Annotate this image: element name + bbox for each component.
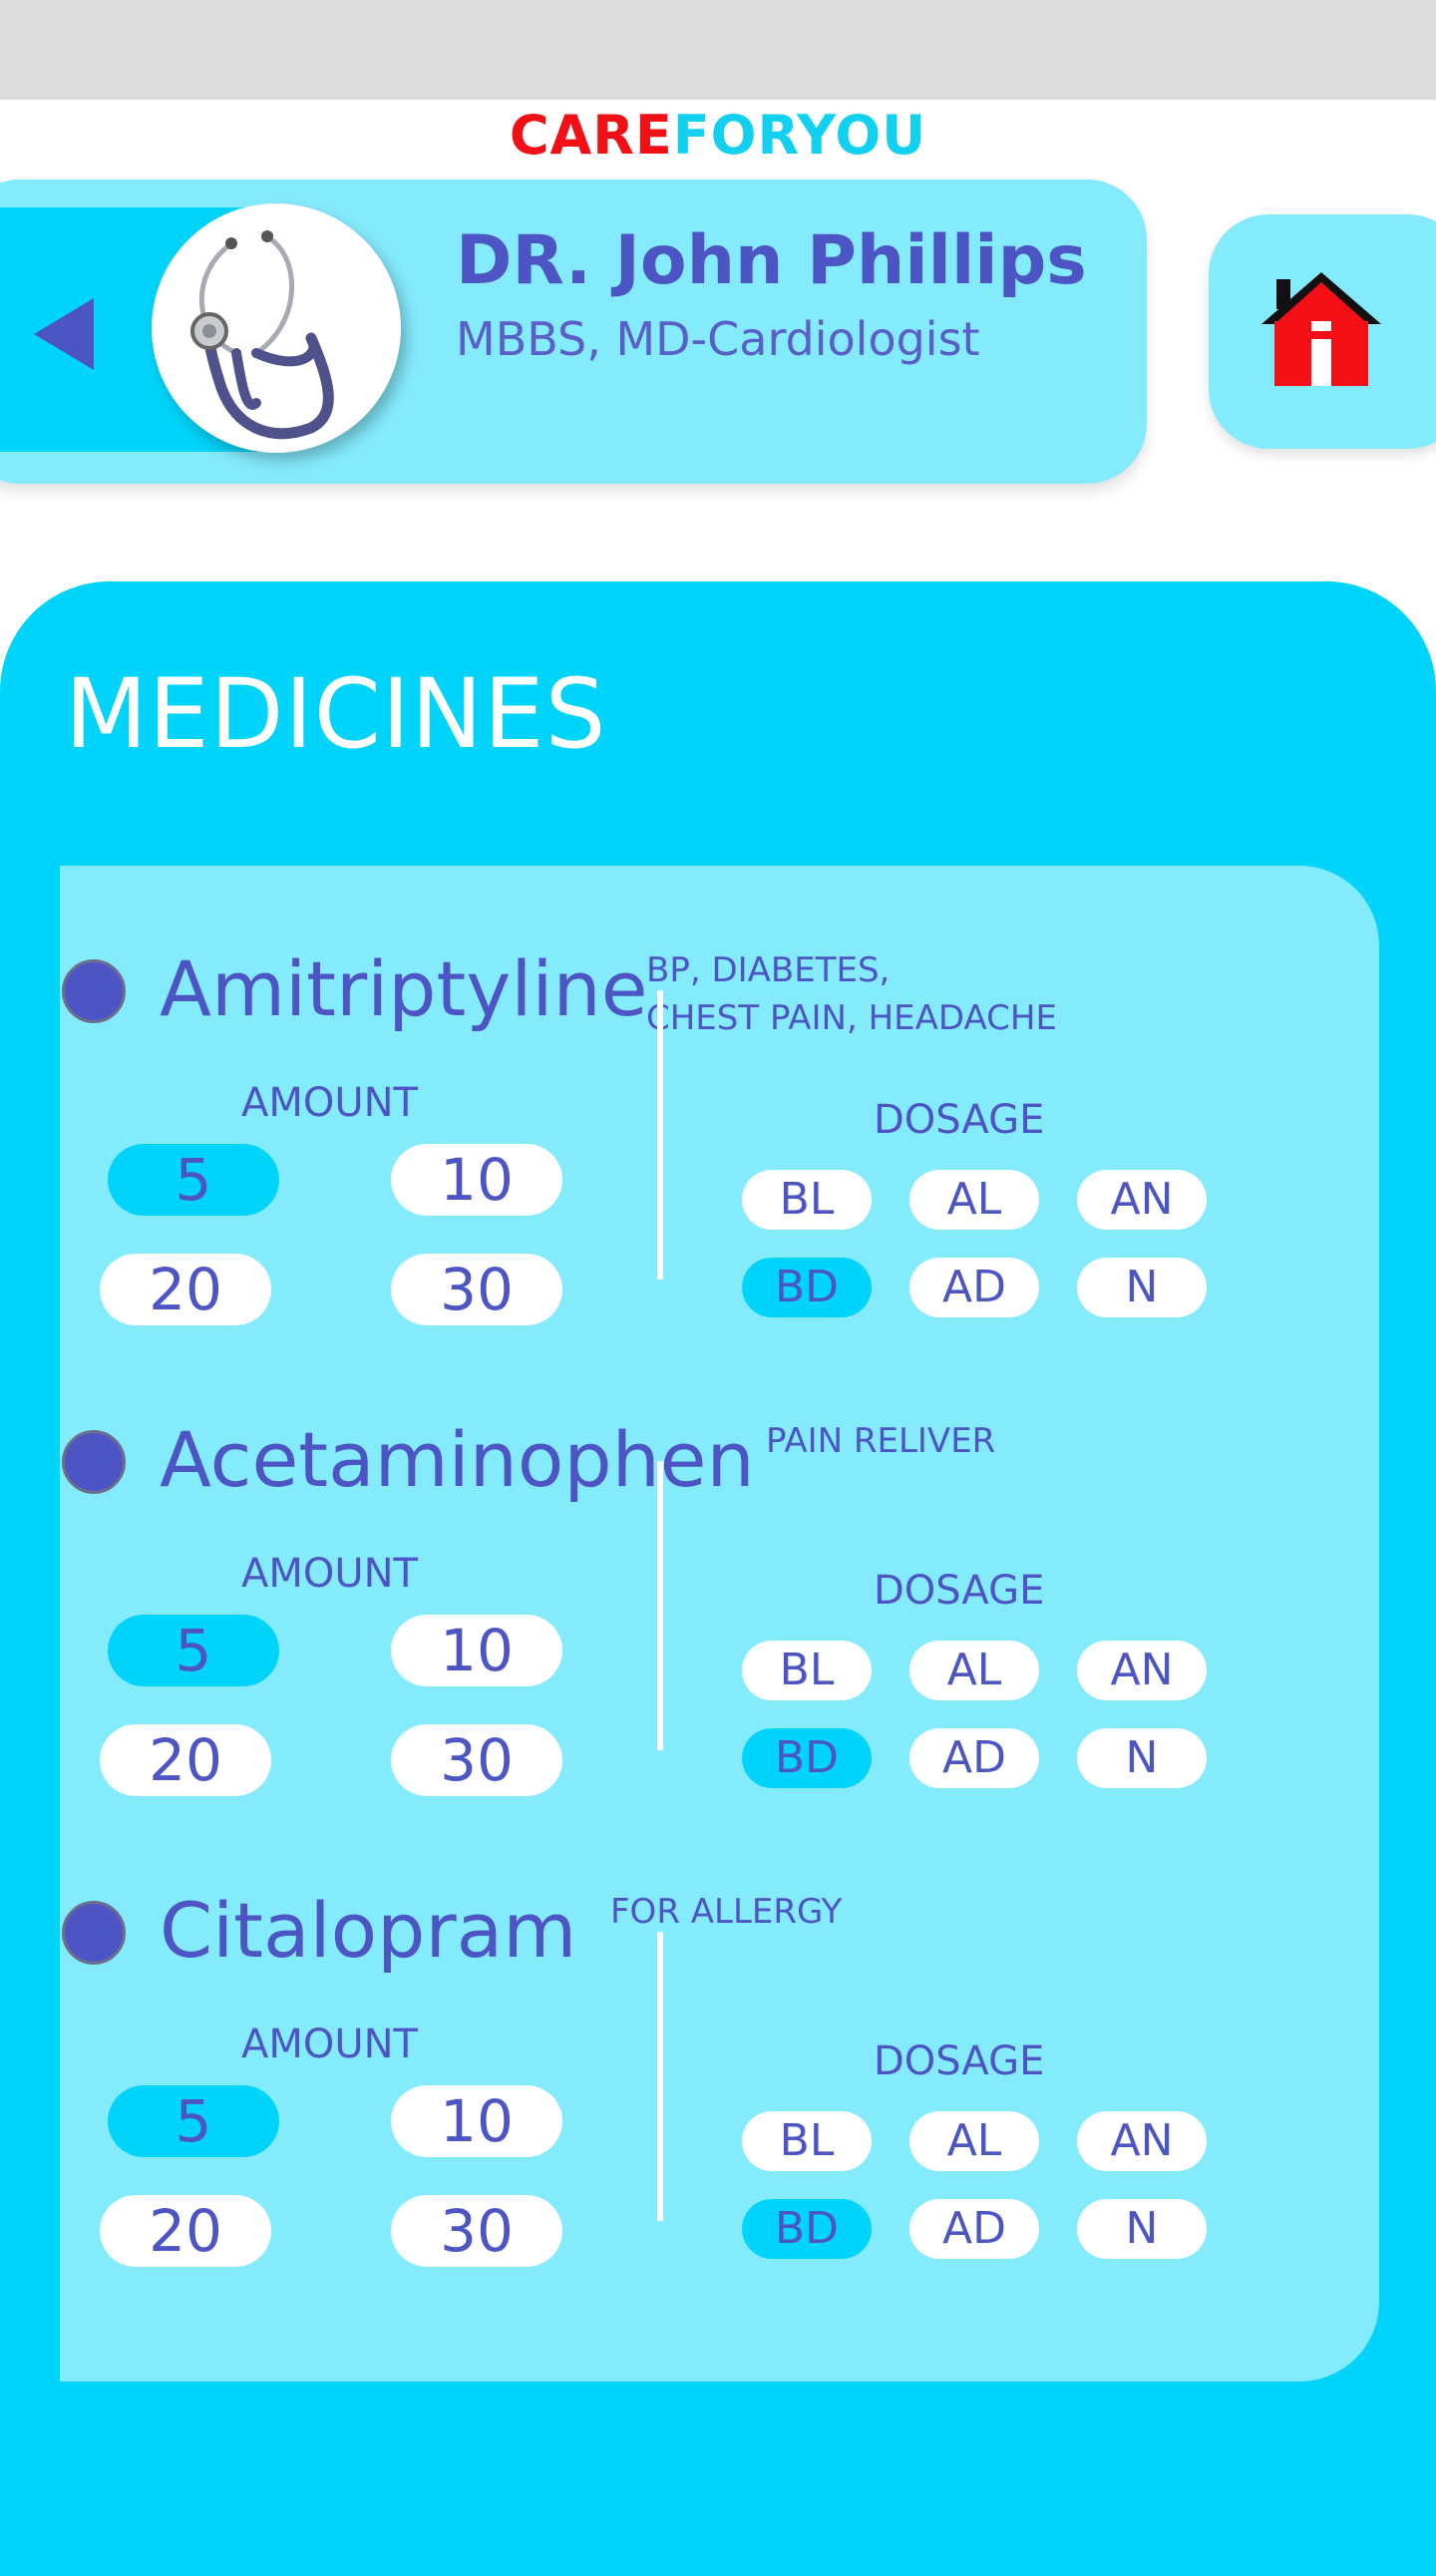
dosage-option-n[interactable]: N bbox=[1077, 1728, 1207, 1788]
amount-option-10[interactable]: 10 bbox=[391, 1615, 562, 1686]
medicine-item: Amitriptyline BP, DIABETES, CHEST PAIN, HE… bbox=[0, 868, 1436, 1336]
medicine-item: Citalopram FOR ALLERGY AMOUNT DOSAGE 5 10 20 30… bbox=[0, 1809, 1436, 2278]
section-divider bbox=[657, 990, 663, 1280]
medicine-indications: PAIN RELIVER bbox=[766, 1418, 1235, 1466]
dosage-option-an[interactable]: AN bbox=[1077, 1170, 1207, 1230]
dosage-option-bl[interactable]: BL bbox=[742, 2111, 872, 2171]
amount-option-10[interactable]: 10 bbox=[391, 1144, 562, 1216]
section-divider bbox=[657, 1461, 663, 1750]
dosage-label: DOSAGE bbox=[874, 1097, 1045, 1143]
dosage-option-bd[interactable]: BD bbox=[742, 1728, 872, 1788]
brand-part-care: CARE bbox=[509, 104, 673, 167]
amount-label: AMOUNT bbox=[241, 1551, 418, 1597]
amount-option-10[interactable]: 10 bbox=[391, 2085, 562, 2157]
amount-option-5[interactable]: 5 bbox=[108, 1144, 279, 1216]
dosage-option-bd[interactable]: BD bbox=[742, 2199, 872, 2259]
medicine-indications-line1: BP, DIABETES, bbox=[646, 950, 891, 990]
medicine-bullet bbox=[62, 1430, 126, 1494]
amount-option-20[interactable]: 20 bbox=[100, 2195, 271, 2267]
status-bar bbox=[0, 0, 1436, 100]
medicine-bullet bbox=[62, 1901, 126, 1965]
dosage-option-an[interactable]: AN bbox=[1077, 2111, 1207, 2171]
home-button[interactable] bbox=[1209, 214, 1436, 449]
dosage-option-ad[interactable]: AD bbox=[909, 2199, 1039, 2259]
medicine-indications: FOR ALLERGY bbox=[610, 1889, 1079, 1937]
stethoscope-icon bbox=[190, 230, 334, 440]
dosage-label: DOSAGE bbox=[874, 1568, 1045, 1614]
medicine-indications-line1: PAIN RELIVER bbox=[766, 1421, 996, 1461]
medicine-indications: BP, DIABETES, CHEST PAIN, HEADACHE bbox=[646, 947, 1115, 1042]
avatar bbox=[152, 203, 401, 453]
amount-option-5[interactable]: 5 bbox=[108, 2085, 279, 2157]
dosage-option-ad[interactable]: AD bbox=[909, 1258, 1039, 1317]
dosage-option-al[interactable]: AL bbox=[909, 1170, 1039, 1230]
brand-part-foryou: FORYOU bbox=[672, 104, 927, 167]
medicine-bullet bbox=[62, 959, 126, 1023]
amount-option-5[interactable]: 5 bbox=[108, 1615, 279, 1686]
dosage-option-bl[interactable]: BL bbox=[742, 1641, 872, 1700]
home-icon bbox=[1261, 272, 1381, 386]
amount-option-30[interactable]: 30 bbox=[391, 1724, 562, 1796]
doctor-name: DR. John Phillips bbox=[456, 221, 1087, 300]
dosage-option-n[interactable]: N bbox=[1077, 1258, 1207, 1317]
dosage-option-al[interactable]: AL bbox=[909, 1641, 1039, 1700]
medicines-title: MEDICINES bbox=[65, 658, 607, 770]
section-divider bbox=[657, 1932, 663, 2221]
brand-logo: CAREFORYOU bbox=[0, 104, 1436, 167]
dosage-option-an[interactable]: AN bbox=[1077, 1641, 1207, 1700]
dosage-option-al[interactable]: AL bbox=[909, 2111, 1039, 2171]
amount-label: AMOUNT bbox=[241, 1080, 418, 1126]
back-triangle-icon bbox=[34, 298, 94, 370]
dosage-option-bl[interactable]: BL bbox=[742, 1170, 872, 1230]
medicine-item: Acetaminophen PAIN RELIVER AMOUNT DOSAGE 5 10… bbox=[0, 1338, 1436, 1807]
dosage-label: DOSAGE bbox=[874, 2038, 1045, 2084]
medicine-name: Acetaminophen bbox=[160, 1415, 755, 1504]
medicine-indications-line1: FOR ALLERGY bbox=[610, 1892, 843, 1932]
medicine-name: Amitriptyline bbox=[160, 944, 648, 1033]
medicine-indications-line2: CHEST PAIN, HEADACHE bbox=[646, 997, 1057, 1038]
medicine-name: Citalopram bbox=[160, 1886, 577, 1975]
dosage-option-ad[interactable]: AD bbox=[909, 1728, 1039, 1788]
amount-option-20[interactable]: 20 bbox=[100, 1724, 271, 1796]
dosage-option-n[interactable]: N bbox=[1077, 2199, 1207, 2259]
amount-option-20[interactable]: 20 bbox=[100, 1254, 271, 1325]
back-button[interactable] bbox=[30, 294, 100, 374]
amount-option-30[interactable]: 30 bbox=[391, 2195, 562, 2267]
amount-option-30[interactable]: 30 bbox=[391, 1254, 562, 1325]
dosage-option-bd[interactable]: BD bbox=[742, 1258, 872, 1317]
amount-label: AMOUNT bbox=[241, 2022, 418, 2067]
doctor-degree: MBBS, MD-Cardiologist bbox=[456, 312, 980, 366]
